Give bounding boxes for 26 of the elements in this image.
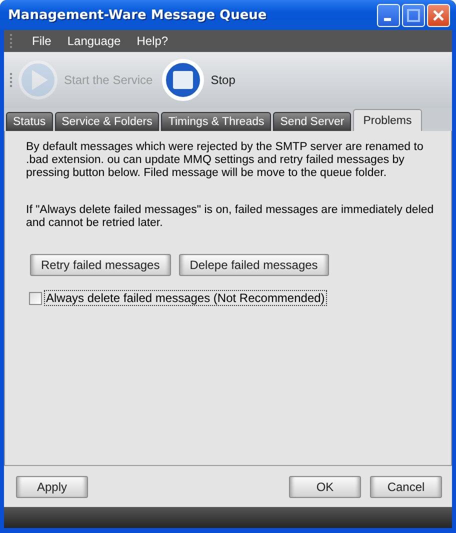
- stop-icon[interactable]: [160, 58, 205, 102]
- close-icon: [432, 8, 445, 22]
- maximize-button[interactable]: [402, 4, 425, 26]
- menu-item[interactable]: Language: [59, 34, 129, 48]
- tab[interactable]: Send Server: [273, 112, 352, 131]
- dialog-button[interactable]: OK: [289, 476, 361, 498]
- tab[interactable]: Timings & Threads: [161, 112, 272, 131]
- window-title: Management-Ware Message Queue: [8, 8, 268, 22]
- apply-button[interactable]: Apply: [16, 476, 88, 498]
- menu-item[interactable]: File: [24, 34, 60, 48]
- description-text: If "Always delete failed messages" is on, failed messages are immediately deled and cannot be retried later.: [26, 204, 435, 230]
- checkbox-label[interactable]: Always delete failed messages (Not Recommended): [44, 290, 327, 306]
- checkbox[interactable]: [29, 292, 42, 304]
- minimize-button[interactable]: [377, 4, 400, 26]
- description-text: By default messages which were rejected by the SMTP server are renamed to .bad extension. ou can update MMQ settings and retry failed messages by pressing button below. Filed message will be move to the queue folder.: [26, 141, 424, 180]
- tab[interactable]: Status: [6, 112, 53, 131]
- toolbar-label[interactable]: Stop: [210, 73, 236, 87]
- action-button[interactable]: Retry failed messages: [30, 254, 171, 276]
- minimize-icon: [384, 18, 390, 20]
- action-button[interactable]: Delepe failed messages: [178, 254, 329, 276]
- maximize-icon: [407, 8, 420, 22]
- menu-item[interactable]: Help?: [128, 34, 176, 48]
- tab[interactable]: Service & Folders: [54, 112, 160, 131]
- close-button[interactable]: [427, 4, 450, 26]
- dialog-button[interactable]: Cancel: [370, 476, 442, 498]
- tab[interactable]: Problems: [353, 109, 422, 131]
